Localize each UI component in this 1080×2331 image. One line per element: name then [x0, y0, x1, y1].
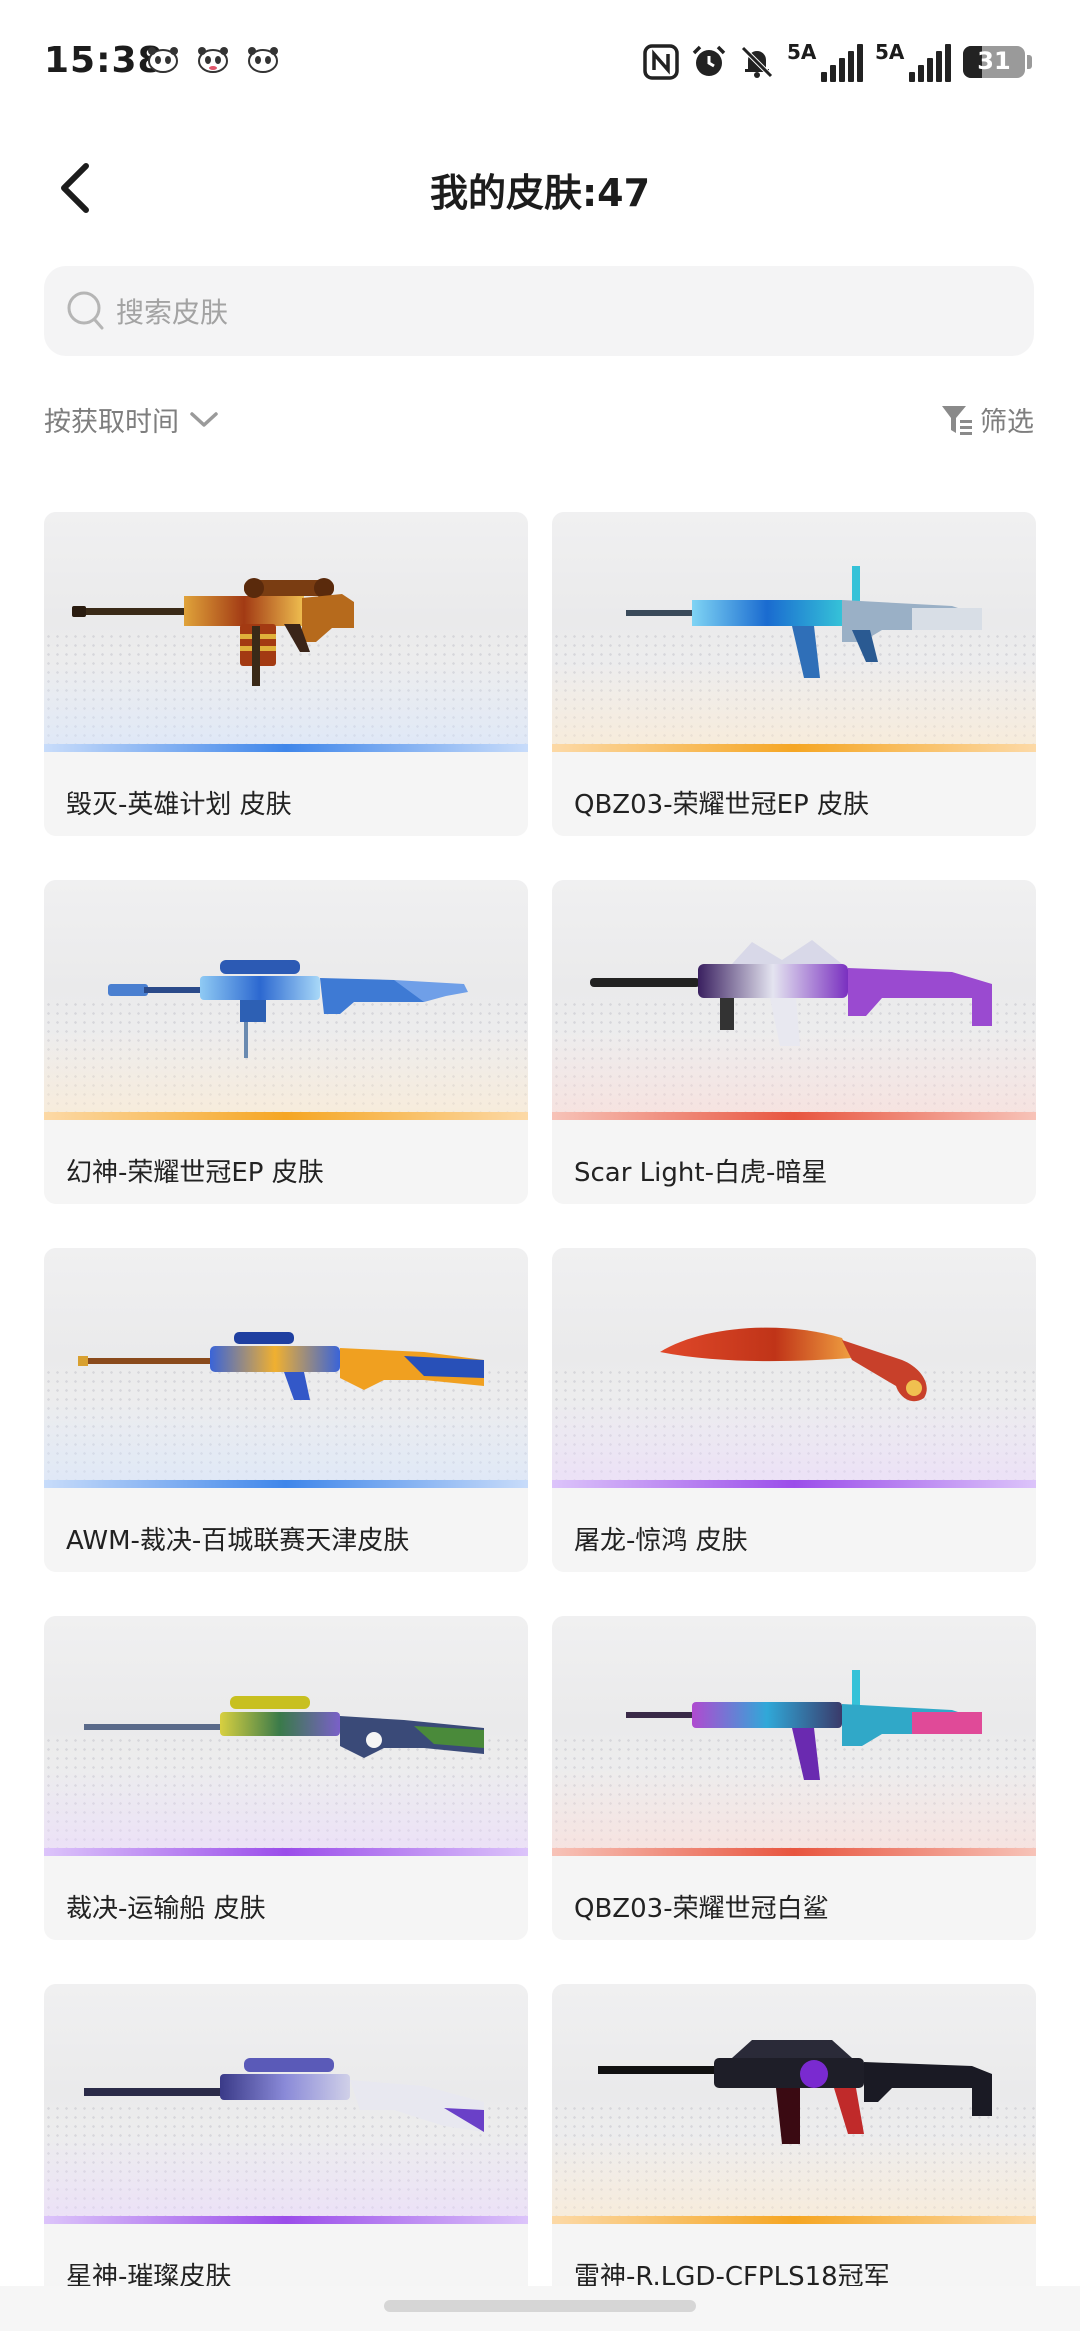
battery-level: 31 [977, 47, 1011, 75]
sniper-rifle-icon [72, 578, 354, 686]
skin-card[interactable]: 裁决-运输船 皮肤 [44, 1616, 528, 1940]
skin-image [552, 1616, 1036, 1856]
search-bar[interactable] [44, 266, 1034, 358]
page-title: 我的皮肤:47 [429, 171, 651, 215]
skin-image [44, 1616, 528, 1856]
skin-image [44, 1984, 528, 2224]
sniper-rifle-icon [108, 960, 468, 1058]
skin-image [44, 880, 528, 1120]
skin-name: 屠龙-惊鸿 皮肤 [574, 1526, 748, 1556]
skin-grid: 毁灭-英雄计划 皮肤 QBZ03-荣耀世冠EP 皮肤 幻神-荣耀世冠EP 皮肤 … [44, 512, 1036, 2308]
signal-2: 5A [875, 40, 951, 82]
network-label: 5A [787, 40, 817, 64]
skin-card[interactable]: AWM-裁决-百城联赛天津皮肤 [44, 1248, 528, 1572]
skin-card[interactable]: QBZ03-荣耀世冠白鲨 [552, 1616, 1036, 1940]
skin-card[interactable]: 星神-璀璨皮肤 [44, 1984, 528, 2308]
panda-icon [148, 47, 178, 73]
panda-icon [248, 47, 278, 73]
skin-card[interactable]: 幻神-荣耀世冠EP 皮肤 [44, 880, 528, 1204]
battery-icon: 31 [963, 46, 1025, 78]
nfc-icon [643, 44, 679, 80]
skin-card[interactable]: 雷神-R.LGD-CFPLS18冠军 [552, 1984, 1036, 2308]
skin-name: 裁决-运输船 皮肤 [66, 1894, 266, 1924]
knife-icon [660, 1327, 927, 1402]
filter-label: 筛选 [980, 407, 1034, 438]
signal-bars-icon [909, 44, 951, 82]
skin-image [552, 1984, 1036, 2224]
skin-name: Scar Light-白虎-暗星 [574, 1158, 828, 1188]
status-bar: 15:38 5A 5A 31 [0, 0, 1080, 120]
network-label: 5A [875, 40, 905, 64]
assault-rifle-icon [626, 1670, 982, 1780]
skin-card[interactable]: Scar Light-白虎-暗星 [552, 880, 1036, 1204]
skin-name: QBZ03-荣耀世冠白鲨 [574, 1894, 829, 1924]
skin-image [552, 512, 1036, 752]
filter-button[interactable]: 筛选 [940, 400, 1034, 439]
skin-name: AWM-裁决-百城联赛天津皮肤 [66, 1526, 410, 1556]
skin-name: 幻神-荣耀世冠EP 皮肤 [66, 1158, 324, 1188]
assault-rifle-icon [590, 940, 992, 1046]
panda-icon [198, 47, 228, 73]
sniper-rifle-icon [84, 2058, 484, 2132]
skin-card[interactable]: 屠龙-惊鸿 皮肤 [552, 1248, 1036, 1572]
skin-name: QBZ03-荣耀世冠EP 皮肤 [574, 790, 869, 820]
home-indicator[interactable] [384, 2300, 696, 2312]
search-icon [67, 291, 104, 330]
sort-dropdown[interactable]: 按获取时间 [44, 400, 219, 439]
skin-image [552, 880, 1036, 1120]
skin-image [552, 1248, 1036, 1488]
mute-bell-icon [741, 46, 773, 78]
battery-tip [1027, 55, 1032, 69]
skin-image [44, 512, 528, 752]
skin-card[interactable]: QBZ03-荣耀世冠EP 皮肤 [552, 512, 1036, 836]
sniper-rifle-icon [78, 1332, 484, 1400]
skin-name: 毁灭-英雄计划 皮肤 [66, 790, 292, 820]
signal-bars-icon [821, 44, 863, 82]
skin-card[interactable]: 毁灭-英雄计划 皮肤 [44, 512, 528, 836]
filter-icon [942, 405, 972, 435]
status-icons: 5A 5A 31 [643, 40, 1032, 84]
alarm-icon [692, 45, 726, 76]
sniper-rifle-icon [84, 1696, 484, 1758]
signal-1: 5A [787, 40, 863, 82]
assault-rifle-icon [598, 2040, 992, 2144]
chevron-down-icon [190, 411, 218, 427]
skin-image [44, 1248, 528, 1488]
assault-rifle-icon [626, 566, 982, 678]
search-input[interactable] [114, 266, 998, 358]
sort-label: 按获取时间 [44, 407, 179, 438]
